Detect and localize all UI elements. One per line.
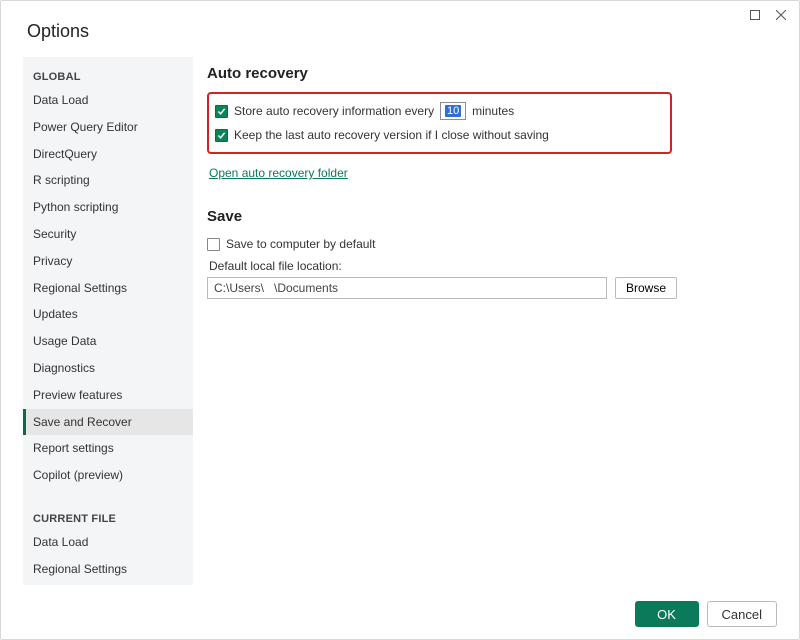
sidebar-item[interactable]: Report settings xyxy=(23,435,193,462)
sidebar-item[interactable]: R scripting xyxy=(23,167,193,194)
sidebar-header-current: CURRENT FILE xyxy=(23,503,193,529)
keep-last-version-checkbox[interactable] xyxy=(215,129,228,142)
dialog-footer: OK Cancel xyxy=(1,589,799,639)
sidebar-item[interactable]: Copilot (preview) xyxy=(23,462,193,489)
default-path-input[interactable] xyxy=(207,277,607,299)
browse-button[interactable]: Browse xyxy=(615,277,677,299)
sidebar-item[interactable]: Privacy xyxy=(23,248,193,275)
ok-button[interactable]: OK xyxy=(635,601,699,627)
autorecovery-minutes-input[interactable]: 10 xyxy=(440,102,466,120)
sidebar-header-global: GLOBAL xyxy=(23,61,193,87)
save-heading: Save xyxy=(207,208,773,225)
save-to-computer-label: Save to computer by default xyxy=(226,237,375,251)
sidebar-item[interactable]: Save and Recover xyxy=(23,409,193,436)
sidebar-item[interactable]: Privacy xyxy=(23,583,193,585)
sidebar-item[interactable]: Security xyxy=(23,221,193,248)
sidebar-item[interactable]: DirectQuery xyxy=(23,141,193,168)
open-autorecovery-folder-link[interactable]: Open auto recovery folder xyxy=(209,166,348,180)
cancel-button[interactable]: Cancel xyxy=(707,601,777,627)
sidebar-item[interactable]: Updates xyxy=(23,301,193,328)
sidebar-item[interactable]: Regional Settings xyxy=(23,556,193,583)
title-bar: Options xyxy=(1,1,799,49)
window-title: Options xyxy=(27,21,89,42)
auto-recovery-highlight: Store auto recovery information every 10… xyxy=(207,92,672,154)
sidebar-item[interactable]: Usage Data xyxy=(23,328,193,355)
sidebar-item[interactable]: Python scripting xyxy=(23,194,193,221)
sidebar-item[interactable]: Regional Settings xyxy=(23,275,193,302)
store-autorecovery-checkbox[interactable] xyxy=(215,105,228,118)
store-autorecovery-label-post: minutes xyxy=(472,104,514,118)
sidebar-item[interactable]: Data Load xyxy=(23,529,193,556)
sidebar-item[interactable]: Diagnostics xyxy=(23,355,193,382)
maximize-icon[interactable] xyxy=(747,7,763,23)
sidebar: GLOBAL Data LoadPower Query EditorDirect… xyxy=(23,57,193,585)
save-to-computer-checkbox[interactable] xyxy=(207,238,220,251)
main-panel: Auto recovery Store auto recovery inform… xyxy=(193,57,777,585)
store-autorecovery-label-pre: Store auto recovery information every xyxy=(234,104,434,118)
auto-recovery-heading: Auto recovery xyxy=(207,65,773,82)
keep-last-version-label: Keep the last auto recovery version if I… xyxy=(234,128,549,142)
sidebar-item[interactable]: Data Load xyxy=(23,87,193,114)
sidebar-item[interactable]: Power Query Editor xyxy=(23,114,193,141)
sidebar-item[interactable]: Preview features xyxy=(23,382,193,409)
close-icon[interactable] xyxy=(773,7,789,23)
default-path-label: Default local file location: xyxy=(209,259,773,273)
